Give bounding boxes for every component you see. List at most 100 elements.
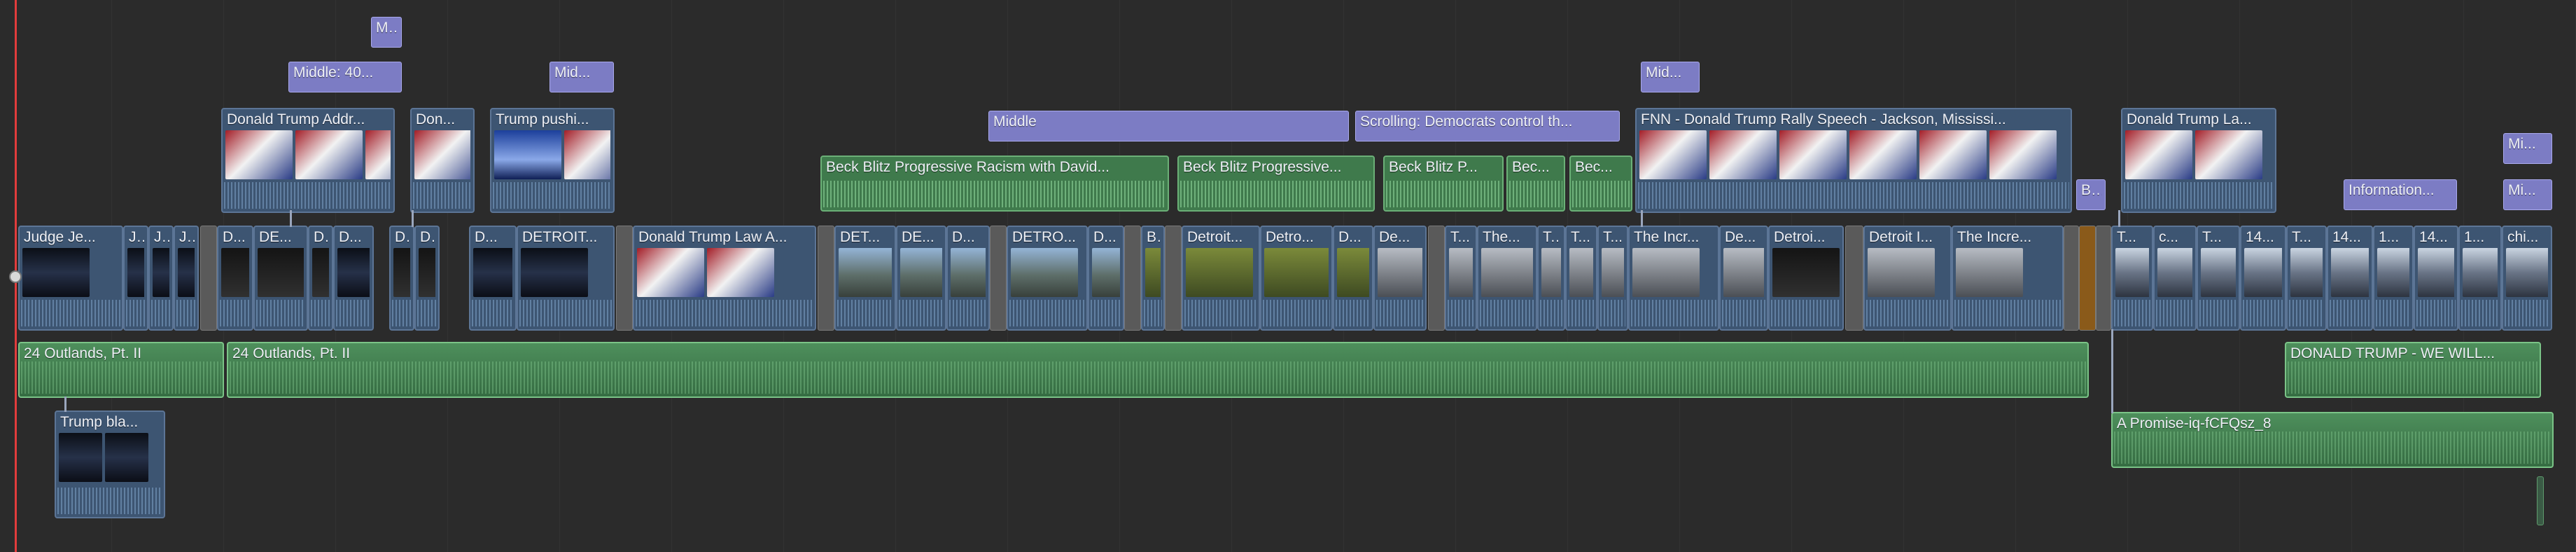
clip-label: T... [2292,229,2312,245]
primary-clip[interactable]: 1... [2373,226,2414,331]
connected-video-clip[interactable]: Donald Trump Addr... [221,108,395,213]
primary-clip[interactable]: DET... [834,226,896,331]
clip-label: Donald Trump Law A... [638,229,788,245]
primary-clip[interactable]: D... [469,226,517,331]
title-clip[interactable]: M... [371,17,402,48]
connected-audio-clip[interactable]: Beck Blitz Progressive Racism with David… [820,156,1169,212]
title-clip[interactable]: Information... [2344,179,2457,210]
title-clip[interactable]: Mid... [550,62,614,92]
clip-thumbnails [1956,248,2059,297]
connected-audio-clip[interactable]: Bec... [1569,156,1632,212]
primary-clip[interactable]: DE... [896,226,946,331]
transition-marker[interactable] [1428,226,1445,331]
primary-clip[interactable]: Detroit I... [1863,226,1952,331]
primary-clip[interactable]: D... [414,226,440,331]
connected-video-clip[interactable]: FNN - Donald Trump Rally Speech - Jackso… [1635,108,2072,213]
primary-clip[interactable]: chi... [2502,226,2552,331]
transition-marker[interactable] [818,226,834,331]
connected-audio-clip[interactable]: Beck Blitz Progressive... [1177,156,1375,212]
primary-clip[interactable]: The Incr... [1628,226,1719,331]
connected-audio-clip[interactable]: Bec... [1506,156,1565,212]
transition-marker[interactable] [1124,226,1141,331]
primary-clip[interactable]: T... [1565,226,1597,331]
primary-clip[interactable]: Detroit... [1182,226,1260,331]
clip-label: chi... [2507,229,2539,245]
primary-clip[interactable]: The... [1477,226,1537,331]
primary-clip[interactable]: De... [1719,226,1768,331]
primary-clip[interactable]: T... [1445,226,1477,331]
primary-clip[interactable]: The Incre... [1952,226,2064,331]
transition-marker[interactable] [2096,226,2111,331]
transition-marker[interactable] [616,226,633,331]
primary-clip[interactable]: D... [333,226,374,331]
transition-marker[interactable] [200,226,217,331]
title-clip[interactable]: Mi... [2503,179,2552,210]
title-clip[interactable]: Middle: 40... [288,62,402,92]
primary-clip[interactable]: D... [946,226,990,331]
primary-clip[interactable]: J... [123,226,148,331]
audio-clip[interactable]: DONALD TRUMP - WE WILL... [2285,342,2541,398]
clip-thumbnails [473,248,512,297]
transition-marker[interactable] [990,226,1007,331]
connected-video-clip[interactable]: Donald Trump La... [2121,108,2276,213]
primary-clip[interactable]: T... [2111,226,2153,331]
connected-video-clip[interactable]: Don... [410,108,475,213]
title-clip[interactable]: Mid... [1641,62,1700,92]
audio-clip[interactable]: 24 Outlands, Pt. II [18,342,224,398]
primary-clip[interactable]: c... [2153,226,2197,331]
primary-clip[interactable]: D... [1333,226,1373,331]
audio-clip[interactable]: A Promise-iq-fCFQsz_8 [2111,412,2554,468]
primary-clip[interactable]: DETRO... [1007,226,1088,331]
primary-clip[interactable]: 14... [2327,226,2373,331]
clip-thumbnails [22,248,119,297]
playhead-handle[interactable] [9,270,22,283]
title-clip[interactable]: Scrolling: Democrats control th... [1355,111,1620,142]
audio-clip[interactable]: 24 Outlands, Pt. II [227,342,2089,398]
primary-clip[interactable]: T... [1597,226,1628,331]
primary-clip[interactable]: Judge Je... [18,226,123,331]
primary-clip[interactable]: Detroi... [1768,226,1844,331]
clip-thumbnails [1639,130,2068,179]
primary-clip[interactable]: T... [2286,226,2327,331]
primary-clip[interactable]: B... [1141,226,1165,331]
primary-clip[interactable]: 14... [2240,226,2286,331]
clip-thumbnails [1337,248,1369,297]
primary-clip[interactable]: J... [148,226,174,331]
transition-marker[interactable] [2064,226,2079,331]
connected-video-clip[interactable]: Trump bla... [55,410,165,518]
clip-label: Mid... [554,64,591,81]
primary-clip[interactable]: 14... [2414,226,2458,331]
clip-label: D... [339,229,362,245]
clip-label: Detro... [1266,229,1314,245]
primary-clip[interactable]: 1... [2458,226,2502,331]
primary-clip[interactable]: T... [2197,226,2240,331]
clip-thumbnails [1632,248,1715,297]
primary-clip[interactable]: DE... [253,226,308,331]
connected-video-clip[interactable]: Trump pushi... [490,108,615,213]
primary-clip[interactable]: De... [1373,226,1427,331]
connected-audio-clip[interactable]: Beck Blitz P... [1383,156,1504,212]
primary-clip[interactable]: D... [308,226,333,331]
audio-waveform [2243,300,2283,326]
timeline-area[interactable]: M... Middle: 40... Mid... Middle Scrolli… [0,0,2576,552]
transition-marker[interactable] [1845,226,1863,331]
clip-thumbnails [1449,248,1473,297]
primary-clip[interactable]: DETROIT... [517,226,615,331]
primary-clip[interactable]: Detro... [1260,226,1333,331]
primary-clip[interactable]: J... [174,226,199,331]
clip-label: DONALD TRUMP - WE WILL... [2290,345,2496,361]
connection-line [2118,210,2120,227]
clip-end-marker[interactable] [2537,476,2544,525]
primary-clip[interactable]: T... [1537,226,1565,331]
primary-clip[interactable]: D... [1088,226,1124,331]
primary-clip[interactable]: D... [217,226,253,331]
title-clip[interactable]: Middle [988,111,1349,142]
primary-clip[interactable]: Donald Trump Law A... [633,226,816,331]
clip-thumbnails [127,248,144,297]
clip-label: DETROIT... [522,229,598,245]
transition-marker[interactable] [1165,226,1182,331]
title-clip[interactable]: B... [2076,179,2106,210]
title-clip[interactable]: Mi... [2503,133,2552,164]
primary-clip[interactable]: D... [389,226,414,331]
transition-marker[interactable] [2079,226,2096,331]
